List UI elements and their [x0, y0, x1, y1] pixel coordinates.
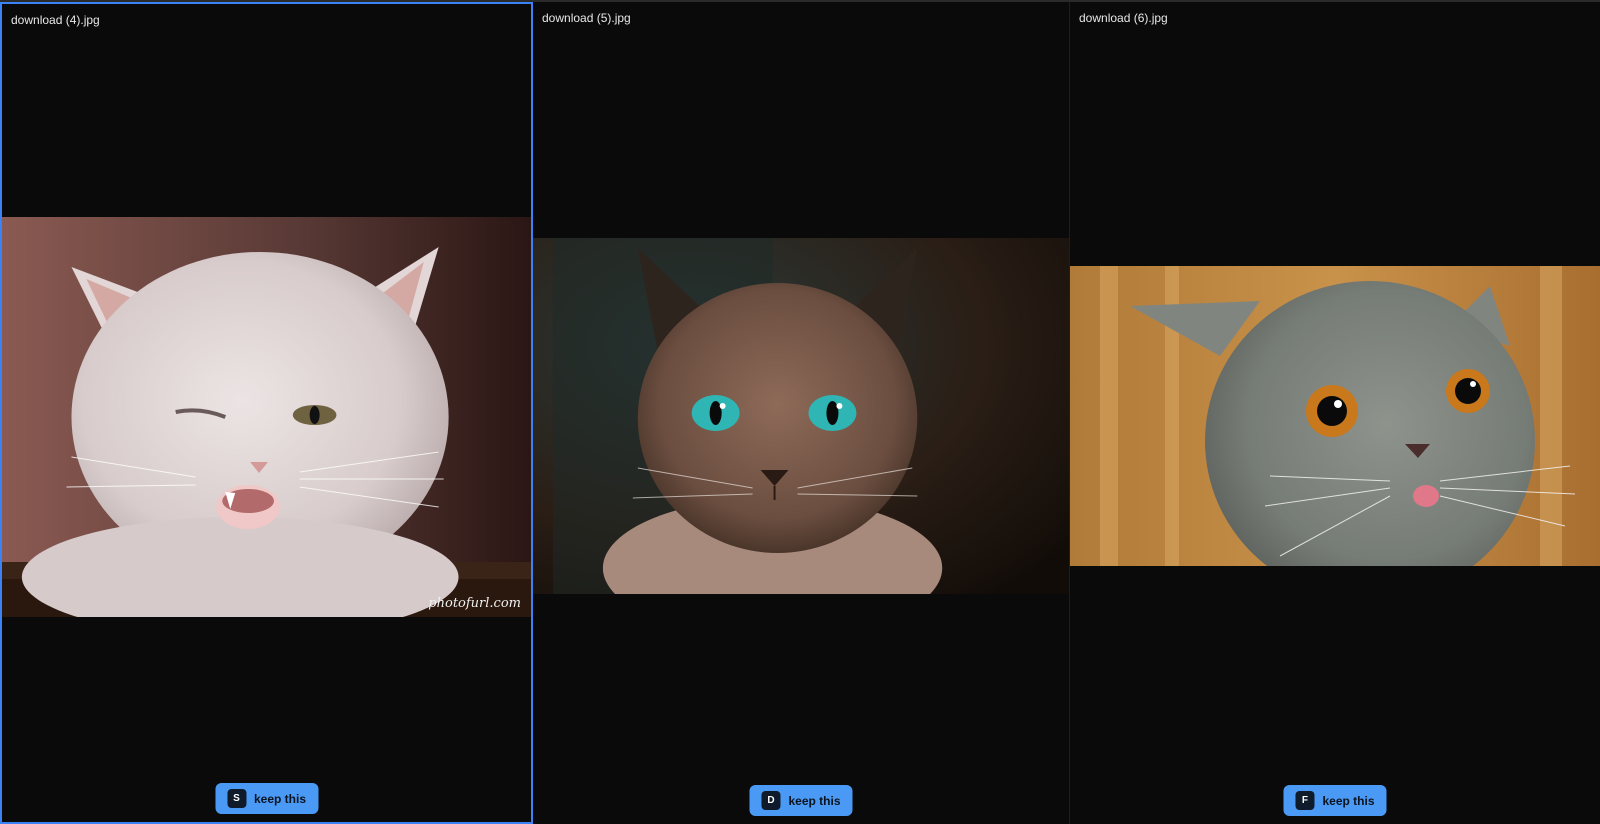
image-panel-3[interactable]: download (6).jpg F keep this	[1070, 2, 1600, 824]
image-panel-2[interactable]: download (5).jpg D keep this	[533, 2, 1070, 824]
photo-white-kitten: photofurl.com	[2, 217, 531, 617]
photo-siamese-cat	[533, 238, 1069, 594]
keep-this-button-3[interactable]: F keep this	[1283, 785, 1387, 816]
shortcut-key-s: S	[226, 789, 246, 808]
image-panel-1[interactable]: download (4).jpg photofurl.com S keep th…	[0, 2, 533, 824]
keep-this-button-1[interactable]: S keep this	[214, 783, 319, 814]
filename-label: download (4).jpg	[11, 13, 100, 27]
keep-button-label: keep this	[253, 791, 307, 806]
filename-label: download (6).jpg	[1079, 11, 1168, 25]
filename-label: download (5).jpg	[542, 11, 631, 25]
photo-watermark: photofurl.com	[428, 596, 521, 611]
keep-this-button-2[interactable]: D keep this	[749, 785, 853, 816]
shortcut-key-f: F	[1295, 791, 1315, 810]
keep-button-label: keep this	[1322, 793, 1375, 808]
image-compare-grid: download (4).jpg photofurl.com S keep th…	[0, 2, 1600, 824]
photo-grey-cat	[1070, 266, 1600, 566]
shortcut-key-d: D	[761, 791, 781, 810]
keep-button-label: keep this	[788, 793, 841, 808]
